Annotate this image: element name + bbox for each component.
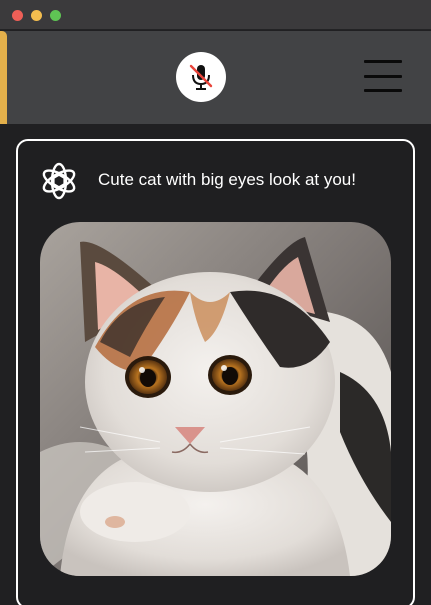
prompt-message-text: Cute cat with big eyes look at you! (98, 170, 356, 189)
maximize-window-button[interactable] (50, 10, 61, 21)
menu-line (364, 74, 402, 78)
close-window-button[interactable] (12, 10, 23, 21)
minimize-window-button[interactable] (31, 10, 42, 21)
hamburger-menu-button[interactable] (364, 60, 402, 92)
menu-line (364, 60, 402, 63)
chatgpt-logo-icon (42, 162, 76, 200)
microphone-muted-icon (189, 64, 213, 90)
mute-microphone-button[interactable] (176, 52, 226, 102)
menu-line (364, 89, 402, 92)
window-titlebar (0, 0, 431, 30)
generated-cat-image[interactable] (40, 222, 391, 576)
